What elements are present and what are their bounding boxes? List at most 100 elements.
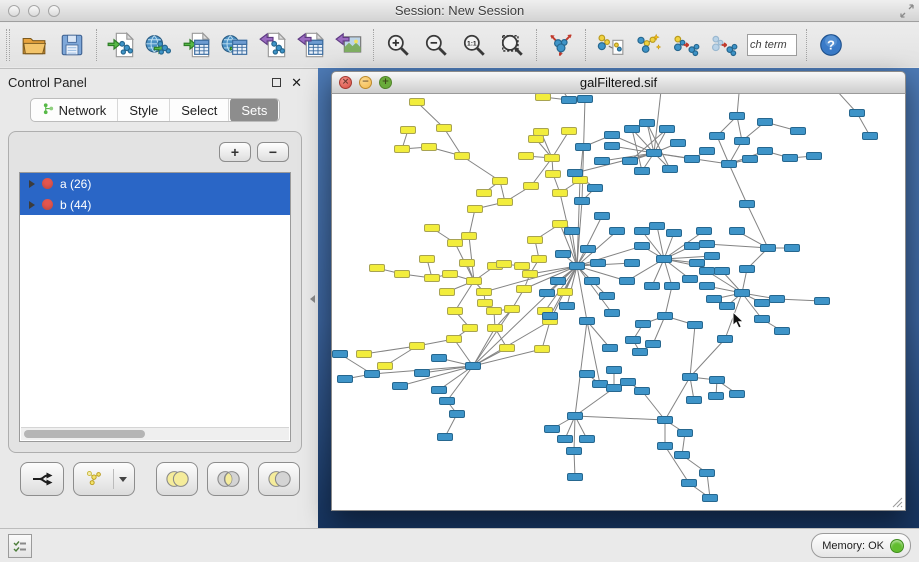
graph-node-blue[interactable] <box>647 150 662 157</box>
graph-node-blue[interactable] <box>740 201 755 208</box>
graph-node-yellow[interactable] <box>536 94 551 101</box>
graph-node-yellow[interactable] <box>546 171 561 178</box>
graph-node-yellow[interactable] <box>477 190 492 197</box>
graph-node-yellow[interactable] <box>425 225 440 232</box>
graph-node-blue[interactable] <box>685 243 700 250</box>
help-button[interactable]: ? <box>812 26 850 64</box>
graph-node-blue[interactable] <box>730 113 745 120</box>
expander-icon[interactable] <box>29 180 35 188</box>
add-set-button[interactable]: + <box>219 142 251 162</box>
graph-node-blue[interactable] <box>580 371 595 378</box>
resize-grip-icon[interactable] <box>891 496 903 508</box>
graph-node-yellow[interactable] <box>529 136 544 143</box>
graph-node-blue[interactable] <box>671 140 686 147</box>
graph-node-yellow[interactable] <box>447 336 462 343</box>
graph-node-yellow[interactable] <box>573 177 588 184</box>
collapse-panel-icon[interactable] <box>310 295 315 303</box>
graph-node-yellow[interactable] <box>505 306 520 313</box>
expander-icon[interactable] <box>29 201 35 209</box>
graph-node-yellow[interactable] <box>532 256 547 263</box>
apply-preferred-layout-button[interactable] <box>542 26 580 64</box>
graph-node-blue[interactable] <box>743 156 758 163</box>
graph-node-blue[interactable] <box>432 387 447 394</box>
sets-list[interactable]: a (26)b (44) <box>19 172 291 442</box>
import-network-from-file-button[interactable] <box>102 26 140 64</box>
zoom-in-button[interactable] <box>379 26 417 64</box>
graph-node-blue[interactable] <box>560 303 575 310</box>
graph-node-blue[interactable] <box>690 260 705 267</box>
graph-node-blue[interactable] <box>758 119 773 126</box>
graph-node-blue[interactable] <box>675 452 690 459</box>
graph-node-blue[interactable] <box>578 96 593 103</box>
graph-node-yellow[interactable] <box>467 278 482 285</box>
graph-node-blue[interactable] <box>581 246 596 253</box>
graph-node-blue[interactable] <box>545 426 560 433</box>
graph-node-blue[interactable] <box>735 138 750 145</box>
graph-node-blue[interactable] <box>636 321 651 328</box>
graph-node-yellow[interactable] <box>524 183 539 190</box>
save-session-button[interactable] <box>53 26 91 64</box>
graph-node-blue[interactable] <box>635 388 650 395</box>
graph-node-yellow[interactable] <box>463 325 478 332</box>
graph-node-blue[interactable] <box>740 266 755 273</box>
graph-node-yellow[interactable] <box>425 275 440 282</box>
graph-node-blue[interactable] <box>770 296 785 303</box>
float-panel-icon[interactable] <box>272 78 281 87</box>
graph-node-blue[interactable] <box>700 241 715 248</box>
graph-node-blue[interactable] <box>785 245 800 252</box>
graph-node-blue[interactable] <box>715 268 730 275</box>
graph-node-yellow[interactable] <box>497 261 512 268</box>
export-table-button[interactable] <box>292 26 330 64</box>
graph-node-blue[interactable] <box>576 144 591 151</box>
graph-node-blue[interactable] <box>700 470 715 477</box>
toolbar-drag-handle[interactable] <box>6 29 10 61</box>
graph-node-blue[interactable] <box>466 363 481 370</box>
split-set-button[interactable] <box>20 462 64 496</box>
fullscreen-icon[interactable] <box>900 4 914 18</box>
graph-node-blue[interactable] <box>588 185 603 192</box>
zoom-out-button[interactable] <box>417 26 455 64</box>
graph-node-blue[interactable] <box>621 379 636 386</box>
graph-node-yellow[interactable] <box>401 127 416 134</box>
scrollbar-thumb[interactable] <box>24 430 145 438</box>
graph-node-blue[interactable] <box>730 391 745 398</box>
graph-node-blue[interactable] <box>730 228 745 235</box>
graph-node-yellow[interactable] <box>440 289 455 296</box>
graph-node-blue[interactable] <box>663 166 678 173</box>
set-row[interactable]: a (26) <box>20 173 290 194</box>
graph-node-blue[interactable] <box>700 283 715 290</box>
graph-node-yellow[interactable] <box>437 125 452 132</box>
graph-node-blue[interactable] <box>722 161 737 168</box>
graph-node-blue[interactable] <box>565 228 580 235</box>
graph-node-yellow[interactable] <box>370 265 385 272</box>
graph-node-blue[interactable] <box>605 143 620 150</box>
graph-node-yellow[interactable] <box>528 237 543 244</box>
graph-node-blue[interactable] <box>543 313 558 320</box>
graph-node-blue[interactable] <box>438 434 453 441</box>
graph-node-blue[interactable] <box>687 397 702 404</box>
graph-node-blue[interactable] <box>635 228 650 235</box>
graph-node-blue[interactable] <box>558 436 573 443</box>
graph-node-blue[interactable] <box>595 158 610 165</box>
import-table-from-web-button[interactable] <box>216 26 254 64</box>
graph-node-blue[interactable] <box>650 223 665 230</box>
graph-node-blue[interactable] <box>791 128 806 135</box>
graph-node-blue[interactable] <box>678 430 693 437</box>
set-operations-dropdown-button[interactable] <box>73 462 135 496</box>
new-network-from-selection-button[interactable] <box>591 26 629 64</box>
graph-node-blue[interactable] <box>365 371 380 378</box>
graph-node-blue[interactable] <box>567 448 582 455</box>
graph-node-yellow[interactable] <box>357 351 372 358</box>
tab-network[interactable]: Network <box>31 98 119 122</box>
panel-divider[interactable] <box>310 68 318 528</box>
graph-node-blue[interactable] <box>710 377 725 384</box>
graph-node-yellow[interactable] <box>517 286 532 293</box>
graph-node-yellow[interactable] <box>488 325 503 332</box>
close-panel-icon[interactable]: ✕ <box>291 76 302 89</box>
import-table-from-file-button[interactable] <box>178 26 216 64</box>
horizontal-scrollbar[interactable] <box>21 427 289 440</box>
graph-node-blue[interactable] <box>735 290 750 297</box>
graph-node-blue[interactable] <box>850 110 865 117</box>
graph-node-blue[interactable] <box>657 256 672 263</box>
graph-node-blue[interactable] <box>685 156 700 163</box>
